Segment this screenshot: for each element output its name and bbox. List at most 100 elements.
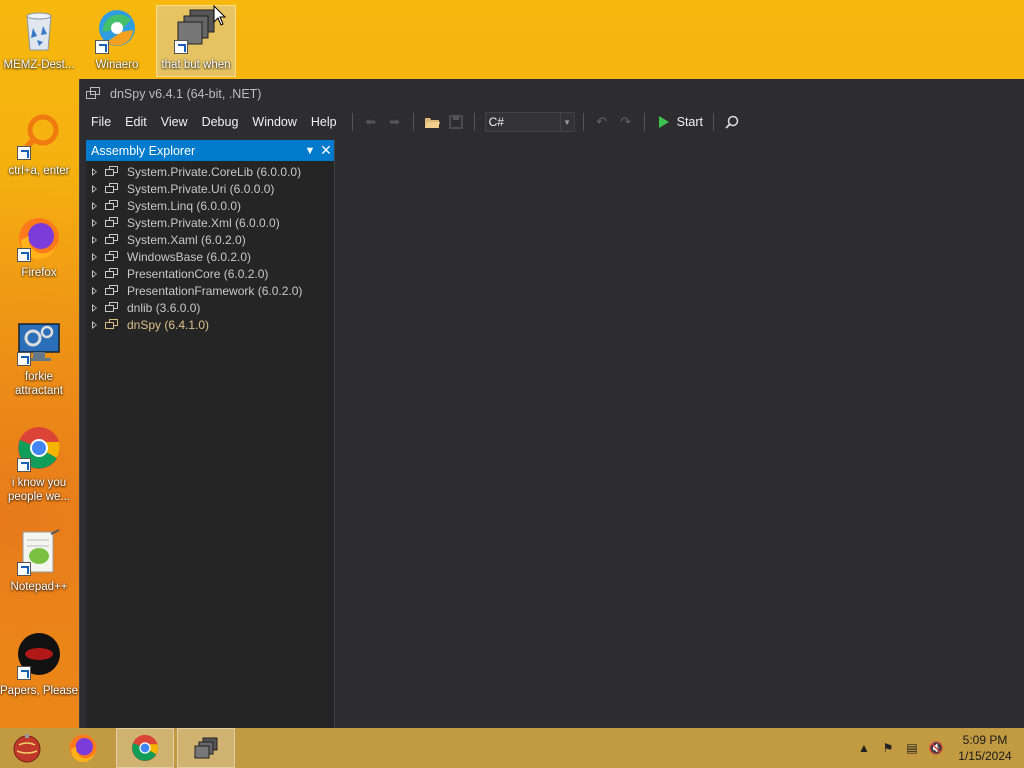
papers-please-icon — [15, 632, 63, 680]
undo-icon[interactable]: ↶ — [593, 113, 611, 131]
tree-item[interactable]: System.Private.Xml (6.0.0.0) — [86, 214, 334, 231]
panel-title: Assembly Explorer — [91, 143, 196, 158]
tree-item-label: dnlib (3.6.0.0) — [127, 300, 201, 315]
toolbar-separator — [582, 113, 584, 131]
tree-item-label: PresentationCore (6.0.2.0) — [127, 266, 269, 281]
tree-item[interactable]: System.Private.CoreLib (6.0.0.0) — [86, 163, 334, 180]
assembly-tree: System.Private.CoreLib (6.0.0.0) System.… — [86, 161, 334, 333]
mouse-cursor-icon — [213, 5, 227, 26]
redo-icon[interactable]: ↷ — [617, 113, 635, 131]
recycle-bin-icon — [15, 6, 63, 54]
tree-item-label: System.Linq (6.0.0.0) — [127, 198, 242, 213]
expand-arrow-icon[interactable] — [92, 269, 97, 278]
desktop-icon-label: forkie attractant — [15, 371, 63, 397]
start-label: Start — [676, 115, 704, 129]
assembly-icon — [105, 250, 119, 263]
tree-item[interactable]: dnSpy (6.4.1.0) — [86, 316, 334, 333]
tree-item-label: System.Private.Xml (6.0.0.0) — [127, 215, 280, 230]
desktop-icon-label: Firefox — [21, 267, 57, 279]
desktop-icon-label: Winaero — [95, 59, 139, 71]
tree-item-label: WindowsBase (6.0.2.0) — [127, 249, 252, 264]
navigate-back-icon[interactable]: ⬅ — [362, 113, 380, 131]
menu-toolbar: File Edit View Debug Window Help ⬅ ➡ C# … — [80, 109, 1024, 135]
taskbar-firefox[interactable] — [54, 728, 112, 768]
settings-monitor-icon — [15, 318, 63, 366]
shortcut-arrow-icon — [17, 352, 31, 366]
start-button[interactable] — [0, 728, 54, 768]
tree-item[interactable]: System.Private.Uri (6.0.0.0) — [86, 180, 334, 197]
assembly-icon — [105, 318, 119, 331]
desktop-icon-notepadpp[interactable]: Notepad++ — [0, 528, 78, 594]
shortcut-arrow-icon — [17, 562, 31, 576]
expand-arrow-icon[interactable] — [92, 218, 97, 227]
close-icon[interactable]: ✕ — [318, 142, 334, 159]
firefox-icon — [69, 734, 97, 763]
desktop-icon-ctrl-a-enter[interactable]: ctrl+a, enter — [0, 112, 78, 178]
assembly-explorer-header: Assembly Explorer ▼ ✕ — [86, 140, 334, 161]
tree-item[interactable]: PresentationFramework (6.0.2.0) — [86, 282, 334, 299]
expand-arrow-icon[interactable] — [92, 286, 97, 295]
desktop-icon-forkie-attractant[interactable]: forkie attractant — [0, 318, 78, 398]
desktop-icon-label: Papers, Please — [0, 685, 78, 697]
assembly-icon — [105, 182, 119, 195]
window-titlebar[interactable]: dnSpy v6.4.1 (64-bit, .NET) — [80, 79, 1024, 109]
volume-muted-icon[interactable]: 🔇 — [924, 741, 948, 755]
expand-arrow-icon[interactable] — [92, 235, 97, 244]
desktop-icon-firefox[interactable]: Firefox — [0, 214, 78, 280]
assembly-explorer-panel: Assembly Explorer ▼ ✕ System.Private.Cor… — [86, 140, 335, 728]
tree-item[interactable]: PresentationCore (6.0.2.0) — [86, 265, 334, 282]
menu-file[interactable]: File — [84, 111, 118, 133]
desktop-icon-winaero[interactable]: Winaero — [78, 6, 156, 72]
expand-arrow-icon[interactable] — [92, 252, 97, 261]
language-value: C# — [488, 115, 504, 129]
search-icon[interactable] — [723, 113, 741, 131]
desktop-icon-label: MEMZ-Dest... — [3, 59, 75, 71]
desktop-icon-chrome-shortcut[interactable]: i know you people we... — [0, 424, 78, 504]
shortcut-arrow-icon — [17, 666, 31, 680]
window-title: dnSpy v6.4.1 (64-bit, .NET) — [110, 87, 262, 101]
language-select[interactable]: C# ▼ — [484, 112, 575, 132]
desktop-icon-label: i know you people we... — [7, 477, 70, 503]
expand-arrow-icon[interactable] — [92, 167, 97, 176]
chevron-down-icon: ▼ — [559, 113, 574, 131]
tree-item[interactable]: System.Linq (6.0.0.0) — [86, 197, 334, 214]
expand-arrow-icon[interactable] — [92, 201, 97, 210]
start-debugging-button[interactable]: Start — [658, 115, 704, 129]
panel-menu-chevron-icon[interactable]: ▼ — [302, 145, 318, 157]
tree-item[interactable]: WindowsBase (6.0.2.0) — [86, 248, 334, 265]
show-hidden-icons-icon[interactable]: ▲ — [852, 741, 876, 755]
assembly-icon — [105, 165, 119, 178]
expand-arrow-icon[interactable] — [92, 320, 97, 329]
toolbar-separator — [473, 113, 475, 131]
start-orb-icon — [13, 734, 41, 763]
toolbar-separator — [351, 113, 353, 131]
menu-view[interactable]: View — [154, 111, 195, 133]
menu-help[interactable]: Help — [304, 111, 344, 133]
open-folder-icon[interactable] — [423, 113, 441, 131]
tree-item[interactable]: dnlib (3.6.0.0) — [86, 299, 334, 316]
menu-debug[interactable]: Debug — [195, 111, 246, 133]
toolbar-separator — [643, 113, 645, 131]
system-tray: ▲ ⚑ ▤ 🔇 5:09 PM 1/15/2024 — [852, 728, 1024, 768]
menu-window[interactable]: Window — [245, 111, 303, 133]
dnspy-window: dnSpy v6.4.1 (64-bit, .NET) File Edit Vi… — [79, 79, 1024, 728]
document-area — [336, 140, 1024, 728]
taskbar-chrome[interactable] — [116, 728, 174, 768]
taskbar-dnspy[interactable] — [177, 728, 235, 768]
network-icon[interactable]: ▤ — [900, 741, 924, 755]
tree-item[interactable]: System.Xaml (6.0.2.0) — [86, 231, 334, 248]
desktop-icon-papers-please[interactable]: Papers, Please — [0, 632, 78, 698]
save-all-icon[interactable] — [447, 113, 465, 131]
expand-arrow-icon[interactable] — [92, 303, 97, 312]
menu-edit[interactable]: Edit — [118, 111, 154, 133]
desktop-icon-label: that but when — [161, 59, 231, 71]
expand-arrow-icon[interactable] — [92, 184, 97, 193]
taskbar: ▲ ⚑ ▤ 🔇 5:09 PM 1/15/2024 — [0, 728, 1024, 768]
desktop-icon-memz[interactable]: MEMZ-Dest... — [0, 6, 78, 72]
action-center-flag-icon[interactable]: ⚑ — [876, 741, 900, 755]
assembly-icon — [105, 284, 119, 297]
clock[interactable]: 5:09 PM 1/15/2024 — [954, 732, 1016, 764]
assembly-icon — [105, 216, 119, 229]
tree-item-label: PresentationFramework (6.0.2.0) — [127, 283, 303, 298]
navigate-forward-icon[interactable]: ➡ — [386, 113, 404, 131]
